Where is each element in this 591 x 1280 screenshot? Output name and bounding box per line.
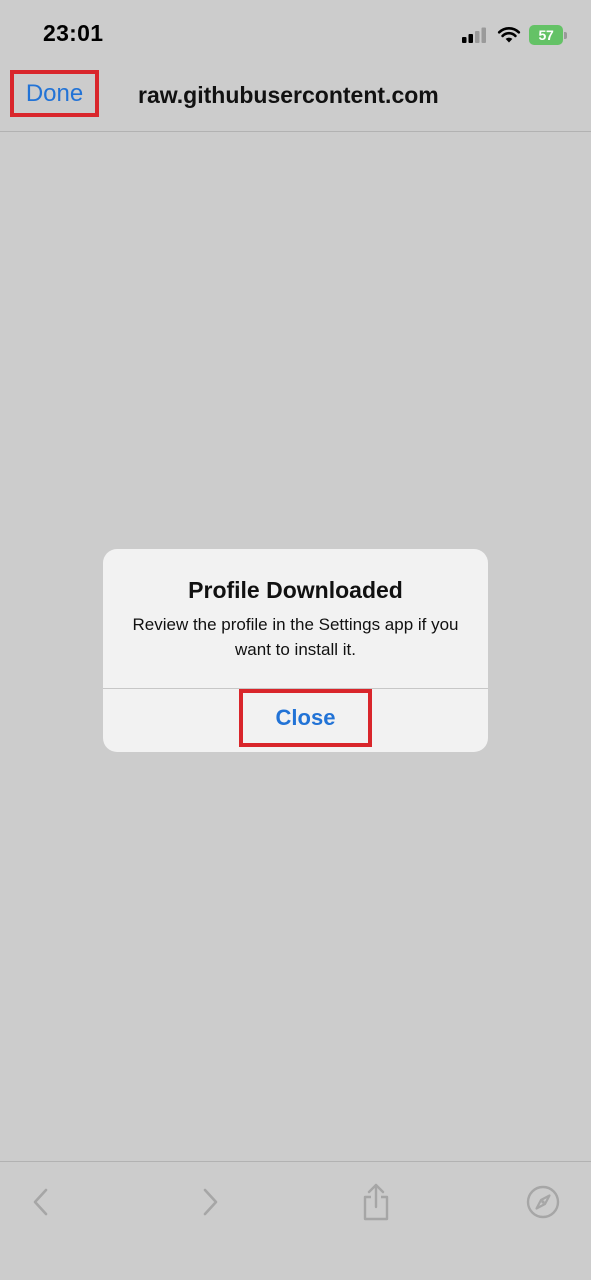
profile-downloaded-alert: Profile Downloaded Review the profile in… xyxy=(103,549,488,752)
back-icon xyxy=(33,1188,48,1216)
bottom-toolbar xyxy=(0,1161,591,1280)
navigation-header: Done raw.githubusercontent.com xyxy=(0,64,591,132)
page-title: raw.githubusercontent.com xyxy=(138,82,439,108)
forward-icon xyxy=(203,1188,218,1216)
forward-button[interactable] xyxy=(192,1182,228,1222)
done-button[interactable]: Done xyxy=(10,70,99,117)
open-in-safari-button[interactable] xyxy=(525,1182,561,1222)
status-time: 23:01 xyxy=(43,20,104,46)
close-button[interactable]: Close xyxy=(239,689,372,747)
alert-message: Review the profile in the Settings app i… xyxy=(132,615,459,659)
status-bar: 23:01 57 xyxy=(0,0,591,64)
back-button[interactable] xyxy=(23,1182,59,1222)
signal-icon xyxy=(462,27,486,43)
battery-cap xyxy=(564,31,567,39)
compass-icon xyxy=(526,1185,560,1219)
status-indicators: 57 xyxy=(461,24,567,46)
battery-level: 57 xyxy=(529,25,563,45)
battery-icon: 57 xyxy=(529,25,567,45)
wifi-icon xyxy=(497,27,521,43)
share-icon xyxy=(363,1183,389,1221)
alert-title: Profile Downloaded xyxy=(188,577,403,603)
share-button[interactable] xyxy=(358,1182,394,1222)
